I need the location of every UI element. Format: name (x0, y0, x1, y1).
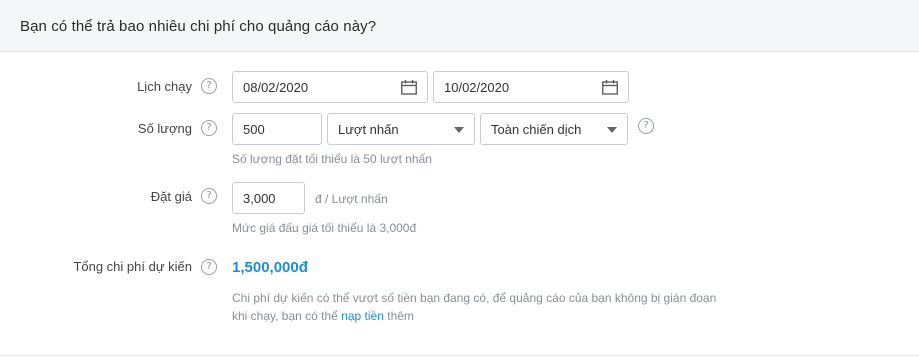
bid-unit: đ / Lượt nhấn (315, 192, 388, 206)
chevron-down-icon (607, 127, 617, 133)
panel-bottom-divider (0, 355, 919, 356)
estimate-label: Tổng chi phí dự kiến (73, 259, 192, 274)
quantity-unit-select[interactable]: Lượt nhấn (327, 113, 475, 145)
estimate-total: 1,500,000đ (232, 259, 308, 276)
estimate-note-suffix: thêm (387, 309, 414, 323)
start-date-field[interactable]: 08/02/2020 (232, 71, 428, 103)
schedule-label: Lịch chạy (137, 79, 192, 94)
quantity-value: 500 (243, 122, 265, 137)
quantity-input[interactable]: 500 (232, 113, 322, 145)
end-date-value: 10/02/2020 (444, 80, 510, 95)
quantity-scope-value: Toàn chiến dịch (491, 122, 582, 137)
quantity-unit-value: Lượt nhấn (338, 122, 399, 137)
estimate-note-prefix: khi chạy, bạn có thể (232, 309, 338, 323)
chevron-down-icon (454, 127, 464, 133)
quantity-label: Số lượng (137, 121, 192, 136)
panel-title: Bạn có thể trả bao nhiêu chi phí cho quả… (20, 18, 377, 35)
panel-header: Bạn có thể trả bao nhiêu chi phí cho quả… (0, 0, 919, 52)
bid-help-icon[interactable]: ? (201, 188, 217, 204)
estimate-help-icon[interactable]: ? (201, 259, 217, 275)
bid-value: 3,000 (243, 191, 276, 206)
start-date-value: 08/02/2020 (243, 80, 309, 95)
estimate-note: Chi phí dự kiến có thể vượt số tiền bạn … (232, 289, 752, 325)
calendar-icon[interactable] (401, 80, 417, 95)
bid-input[interactable]: 3,000 (232, 182, 305, 214)
bid-hint: Mức giá đấu giá tối thiểu là 3,000đ (232, 221, 417, 235)
calendar-icon[interactable] (602, 80, 618, 95)
bid-label: Đặt giá (150, 189, 192, 204)
schedule-help-icon[interactable]: ? (201, 78, 217, 94)
estimate-note-line2: khi chạy, bạn có thể nạp tiền thêm (232, 307, 752, 325)
end-date-field[interactable]: 10/02/2020 (433, 71, 629, 103)
scope-help-icon[interactable]: ? (638, 118, 654, 134)
quantity-scope-select[interactable]: Toàn chiến dịch (480, 113, 628, 145)
estimate-note-line1: Chi phí dự kiến có thể vượt số tiền bạn … (232, 291, 717, 305)
top-up-link[interactable]: nạp tiền (341, 309, 384, 323)
quantity-hint: Số lượng đặt tối thiểu là 50 lượt nhấn (232, 152, 432, 166)
quantity-help-icon[interactable]: ? (201, 120, 217, 136)
